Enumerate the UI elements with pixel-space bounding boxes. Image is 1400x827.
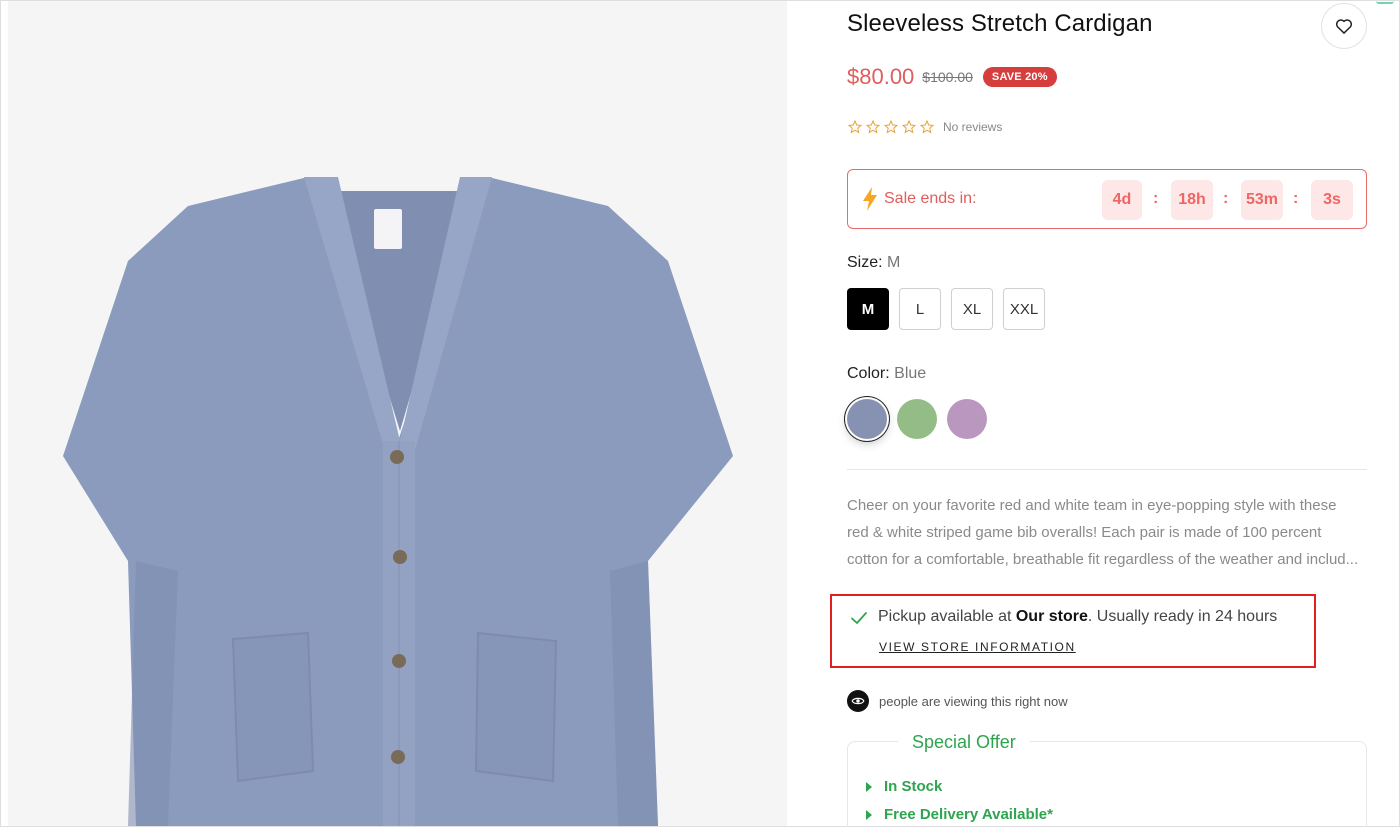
wishlist-button[interactable] <box>1321 3 1367 49</box>
color-selected-value: Blue <box>894 365 927 382</box>
checkmark-icon <box>851 612 867 624</box>
special-offer-box: Special Offer In Stock Free Delivery Ava… <box>847 732 1367 827</box>
compare-at-price: $100.00 <box>922 69 973 85</box>
product-details: Sleeveless Stretch Cardigan $80.00 $100.… <box>830 0 1367 827</box>
sale-countdown: Sale ends in: 4d : 18h : 53m : 3s <box>847 169 1367 229</box>
special-offer-title: Special Offer <box>898 732 1030 753</box>
countdown-minutes: 53m <box>1241 180 1283 220</box>
size-option-l[interactable]: L <box>899 288 941 330</box>
rating-stars <box>847 119 935 135</box>
countdown-seconds: 3s <box>1311 180 1353 220</box>
corner-accent <box>1376 0 1394 4</box>
star-outline-icon <box>883 119 899 134</box>
view-store-information-link[interactable]: VIEW STORE INFORMATION <box>879 640 1076 654</box>
viewers-text: people are viewing this right now <box>879 693 1068 709</box>
offer-item: Free Delivery Available* <box>866 806 1053 823</box>
lightning-bolt-icon <box>863 187 877 211</box>
heart-icon <box>1335 19 1353 34</box>
countdown-separator: : <box>1293 190 1299 207</box>
sale-label: Sale ends in: <box>884 190 977 207</box>
rating[interactable]: No reviews <box>847 119 1002 135</box>
offer-item: In Stock <box>866 778 942 795</box>
star-outline-icon <box>847 119 863 134</box>
color-swatch-purple[interactable] <box>947 399 987 439</box>
product-image[interactable] <box>8 1 787 826</box>
star-outline-icon <box>919 119 935 134</box>
size-option-xl[interactable]: XL <box>951 288 993 330</box>
product-description: Cheer on your favorite red and white tea… <box>847 497 1359 568</box>
product-title: Sleeveless Stretch Cardigan <box>847 10 1153 37</box>
size-option-m[interactable]: M <box>847 288 889 330</box>
countdown-hours: 18h <box>1171 180 1213 220</box>
size-label: Size: M <box>847 254 901 271</box>
size-selected-value: M <box>887 254 901 271</box>
countdown-separator: : <box>1153 190 1159 207</box>
countdown-days: 4d <box>1102 180 1142 220</box>
current-price: $80.00 <box>847 64 915 89</box>
price-row: $80.00 $100.00 SAVE 20% <box>847 64 1057 90</box>
pickup-store-name: Our store <box>1015 608 1088 625</box>
cardigan-product-photo <box>63 177 733 826</box>
live-viewers: people are viewing this right now <box>847 690 1068 712</box>
triangle-bullet-icon <box>866 809 872 820</box>
star-outline-icon <box>865 119 881 134</box>
countdown-separator: : <box>1223 190 1229 207</box>
pickup-text: Pickup available at Our store. Usually r… <box>878 608 1278 625</box>
pickup-availability: Pickup available at Our store. Usually r… <box>830 594 1316 668</box>
triangle-bullet-icon <box>866 781 872 792</box>
size-option-xxl[interactable]: XXL <box>1003 288 1045 330</box>
review-count: No reviews <box>943 120 1003 134</box>
star-outline-icon <box>901 119 917 134</box>
save-badge: SAVE 20% <box>982 67 1057 87</box>
divider <box>847 469 1367 470</box>
color-swatch-green[interactable] <box>897 399 937 439</box>
color-label: Color: Blue <box>847 365 927 382</box>
eye-icon <box>847 690 869 712</box>
color-swatch-blue[interactable] <box>847 399 887 439</box>
